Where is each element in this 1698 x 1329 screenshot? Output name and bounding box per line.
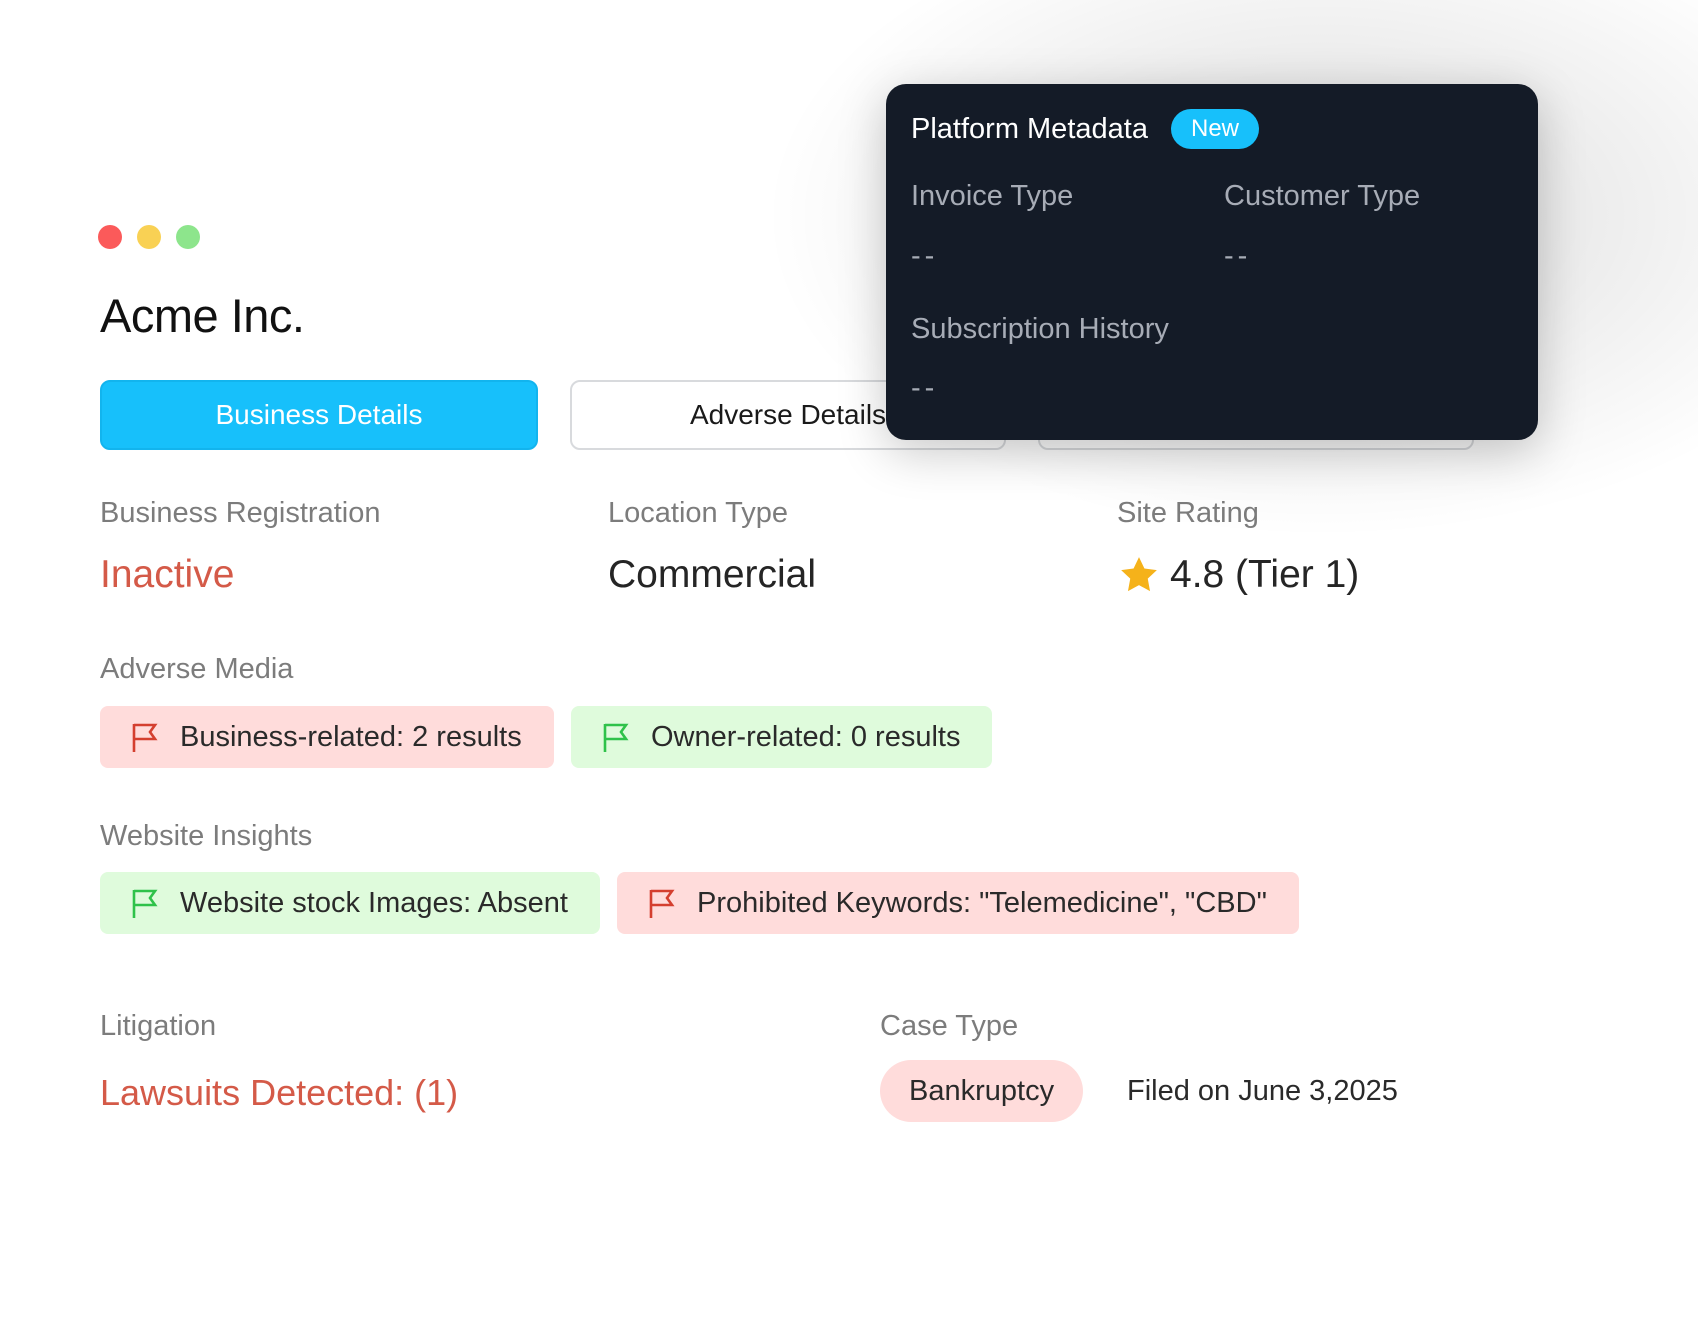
subscription-history-label: Subscription History xyxy=(911,313,1169,345)
prohibited-keywords-chip[interactable]: Prohibited Keywords: "Telemedicine", "CB… xyxy=(617,872,1299,934)
site-rating-value: 4.8 (Tier 1) xyxy=(1170,553,1360,596)
business-registration-label: Business Registration xyxy=(100,497,381,529)
litigation-value: Lawsuits Detected: (1) xyxy=(100,1072,459,1113)
location-type-label: Location Type xyxy=(608,497,789,529)
chip-text: Prohibited Keywords: "Telemedicine", "CB… xyxy=(697,886,1267,919)
site-rating: 4.8 (Tier 1) xyxy=(1118,553,1359,597)
company-name: Acme Inc. xyxy=(100,289,305,342)
flag-icon xyxy=(649,889,675,918)
invoice-type-label: Invoice Type xyxy=(911,180,1074,212)
adverse-media-label: Adverse Media xyxy=(100,653,294,685)
flag-icon xyxy=(603,723,629,752)
business-related-chip[interactable]: Business-related: 2 results xyxy=(100,706,554,768)
flag-icon xyxy=(132,723,158,752)
website-insights-label: Website Insights xyxy=(100,820,313,852)
minimize-window-button[interactable] xyxy=(137,225,161,249)
star-icon xyxy=(1121,557,1157,592)
tab-business-details[interactable]: Business Details xyxy=(100,380,538,450)
invoice-type-value: -- xyxy=(911,240,939,272)
panel-title: Platform Metadata xyxy=(911,113,1148,145)
litigation-label: Litigation xyxy=(100,1010,217,1042)
chip-text: Owner-related: 0 results xyxy=(651,720,961,753)
window-controls xyxy=(98,225,200,249)
filed-date: Filed on June 3,2025 xyxy=(1127,1075,1398,1107)
close-window-button[interactable] xyxy=(98,225,122,249)
website-stock-images-chip[interactable]: Website stock Images: Absent xyxy=(100,872,600,934)
business-registration-value: Inactive xyxy=(100,553,235,596)
case-type-label: Case Type xyxy=(880,1010,1019,1042)
case-type-badge: Bankruptcy xyxy=(880,1060,1084,1122)
site-rating-label: Site Rating xyxy=(1117,497,1259,529)
platform-metadata-panel: Platform Metadata New Invoice Type -- Cu… xyxy=(886,84,1538,440)
chip-text: Website stock Images: Absent xyxy=(180,886,568,919)
customer-type-label: Customer Type xyxy=(1224,180,1421,212)
owner-related-chip[interactable]: Owner-related: 0 results xyxy=(571,706,993,768)
chip-text: Business-related: 2 results xyxy=(180,720,522,753)
subscription-history-value: -- xyxy=(911,372,939,404)
new-badge: New xyxy=(1171,109,1260,149)
maximize-window-button[interactable] xyxy=(176,225,200,249)
flag-icon xyxy=(132,889,158,918)
location-type-value: Commercial xyxy=(608,553,817,596)
customer-type-value: -- xyxy=(1224,240,1252,272)
